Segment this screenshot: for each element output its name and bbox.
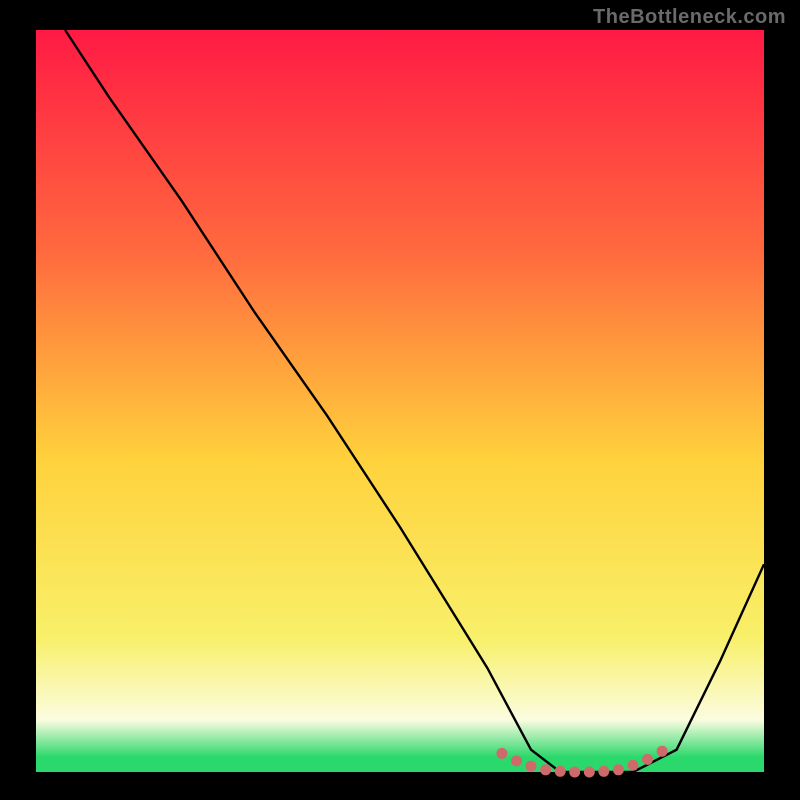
- optimal-marker: [657, 746, 668, 757]
- bottleneck-chart: [0, 0, 800, 800]
- optimal-marker: [569, 767, 580, 778]
- optimal-marker: [496, 748, 507, 759]
- optimal-marker: [555, 766, 566, 777]
- optimal-marker: [511, 755, 522, 766]
- optimal-marker: [584, 767, 595, 778]
- optimal-marker: [540, 764, 551, 775]
- plot-area: [36, 30, 764, 772]
- optimal-marker: [642, 754, 653, 765]
- watermark-label: TheBottleneck.com: [593, 6, 786, 29]
- optimal-marker: [628, 760, 639, 771]
- optimal-marker: [598, 766, 609, 777]
- optimal-marker: [526, 761, 537, 772]
- chart-stage: TheBottleneck.com: [0, 0, 800, 800]
- optimal-marker: [613, 764, 624, 775]
